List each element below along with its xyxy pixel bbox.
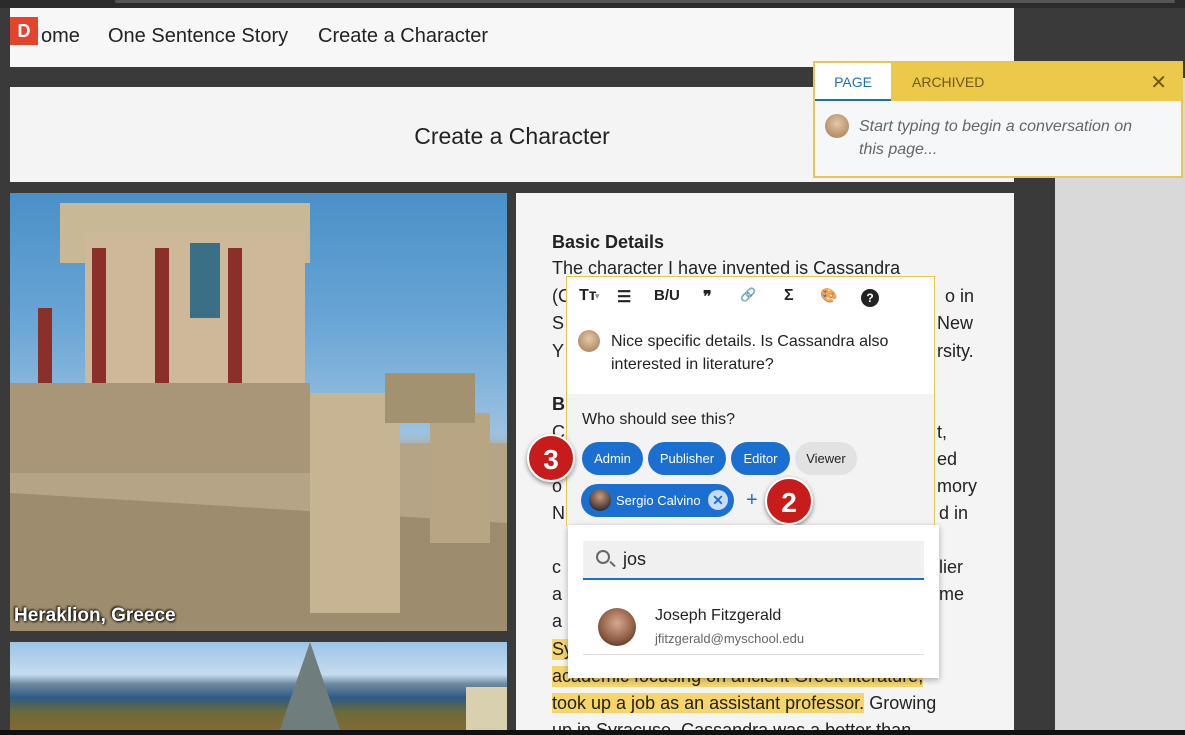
editor-toolbar: Tт ▾ ☰ B/U ❞ 🔗 Σ 🎨 ? — [567, 277, 934, 319]
list-icon[interactable]: ☰ — [617, 287, 631, 307]
avatar — [589, 489, 611, 511]
role-chip-viewer[interactable]: Viewer — [795, 442, 857, 475]
nav-home[interactable]: ome — [41, 25, 80, 48]
sigma-icon[interactable]: Σ — [784, 287, 794, 305]
add-person-button[interactable]: + — [746, 489, 758, 512]
quote-icon[interactable]: ❞ — [703, 287, 712, 307]
tab-page[interactable]: PAGE — [815, 63, 891, 101]
bottom-strip — [0, 730, 1185, 735]
avatar — [598, 608, 636, 646]
logo-icon[interactable]: D — [10, 17, 38, 45]
conversation-input[interactable]: Start typing to begin a conversation on … — [859, 115, 1149, 161]
article-fragment: mory — [937, 476, 977, 496]
article-fragment: rsity. — [937, 341, 974, 361]
article-line: a — [552, 584, 563, 604]
article-fragment: o in — [945, 286, 975, 306]
article-fragment: ed — [937, 449, 958, 469]
search-result-item[interactable]: Joseph Fitzgerald jfitzgerald@myschool.e… — [583, 595, 924, 655]
visibility-question: Who should see this? — [582, 411, 735, 428]
article-line: Growing — [869, 693, 937, 713]
heraklion-image: Heraklion, Greece — [10, 193, 507, 631]
result-name: Joseph Fitzgerald — [655, 607, 782, 624]
article-fragment: lier — [939, 557, 964, 577]
article-line: S — [552, 313, 565, 333]
remove-icon[interactable]: ✕ — [708, 490, 728, 510]
avatar — [825, 114, 849, 138]
person-search-dropdown: jos Joseph Fitzgerald jfitzgerald@myscho… — [568, 525, 939, 678]
article-fragment: d in — [939, 503, 969, 523]
landscape-image — [10, 642, 507, 735]
close-icon[interactable]: ✕ — [1150, 70, 1167, 95]
nav-one-sentence-story[interactable]: One Sentence Story — [108, 25, 288, 48]
top-strip — [0, 0, 1185, 8]
article-fragment: New — [937, 313, 974, 333]
article-line-highlighted[interactable]: took up a job as an assistant professor. — [552, 693, 865, 713]
search-icon — [596, 550, 610, 564]
chevron-down-icon[interactable]: ▾ — [595, 291, 600, 302]
article-line: Y — [552, 341, 565, 361]
role-chip-editor[interactable]: Editor — [731, 442, 790, 475]
conversation-tabs: PAGE ARCHIVED ✕ — [815, 63, 1181, 101]
text-size-icon[interactable]: Tт — [579, 287, 597, 305]
conversation-popup: PAGE ARCHIVED ✕ Start typing to begin a … — [813, 61, 1183, 178]
help-icon[interactable]: ? — [861, 289, 879, 307]
ruins-illustration — [10, 203, 507, 631]
tab-archived[interactable]: ARCHIVED — [912, 63, 984, 101]
nav-create-character[interactable]: Create a Character — [318, 25, 488, 48]
result-email: jfitzgerald@myschool.edu — [655, 631, 805, 646]
article-line: c — [552, 557, 561, 577]
article-fragment: t, — [937, 422, 948, 442]
comment-text[interactable]: Nice specific details. Is Cassandra also… — [611, 330, 911, 376]
image-caption: Heraklion, Greece — [14, 605, 176, 626]
address-bar — [115, 0, 1175, 3]
top-nav: D ome One Sentence Story Create a Charac… — [10, 8, 1014, 67]
avatar — [578, 330, 600, 352]
role-chip-admin[interactable]: Admin — [582, 442, 643, 475]
section-heading: Basic Details — [552, 232, 665, 252]
link-icon[interactable]: 🔗 — [740, 287, 756, 303]
person-chip-name: Sergio Calvino — [616, 493, 701, 508]
person-chip[interactable]: Sergio Calvino ✕ — [581, 484, 734, 517]
bold-italic-underline-icon[interactable]: B/U — [654, 287, 680, 304]
article-fragment: me — [939, 584, 965, 604]
palette-icon[interactable]: 🎨 — [820, 287, 837, 304]
article-line: a — [552, 611, 563, 631]
pyramid-illustration — [278, 642, 507, 735]
article-line: N — [552, 503, 565, 523]
step-badge-3: 3 — [527, 434, 575, 482]
role-chip-publisher[interactable]: Publisher — [648, 442, 726, 475]
search-input[interactable]: jos — [583, 541, 924, 580]
step-badge-2: 2 — [765, 477, 813, 525]
search-query[interactable]: jos — [623, 549, 646, 570]
article-line: B — [552, 394, 565, 414]
